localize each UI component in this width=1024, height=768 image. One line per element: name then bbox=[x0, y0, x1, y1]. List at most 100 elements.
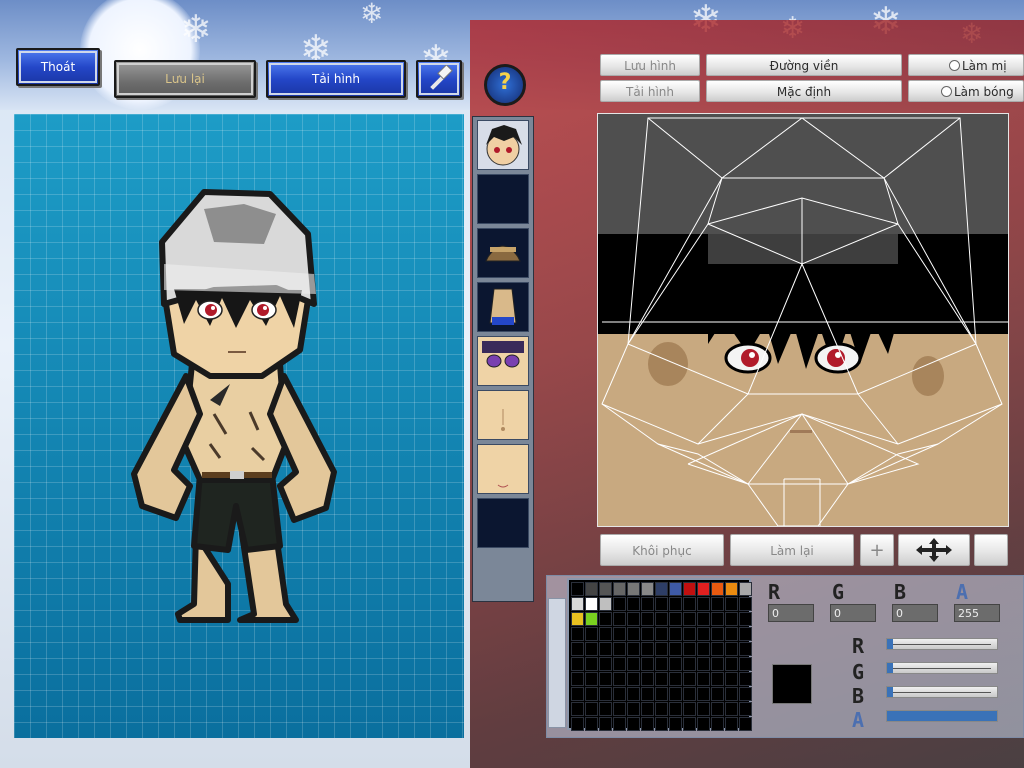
palette-swatch[interactable] bbox=[585, 582, 598, 596]
palette-swatch[interactable] bbox=[683, 642, 696, 656]
palette-swatch[interactable] bbox=[627, 702, 640, 716]
palette-swatch[interactable] bbox=[655, 627, 668, 641]
palette-swatch[interactable] bbox=[669, 702, 682, 716]
color-palette-grid[interactable] bbox=[567, 578, 752, 731]
palette-swatch[interactable] bbox=[669, 642, 682, 656]
palette-swatch[interactable] bbox=[711, 582, 724, 596]
r-slider[interactable] bbox=[886, 638, 998, 650]
palette-swatch[interactable] bbox=[613, 702, 626, 716]
palette-swatch[interactable] bbox=[641, 612, 654, 626]
help-button[interactable]: ? bbox=[484, 64, 526, 106]
palette-swatch[interactable] bbox=[613, 642, 626, 656]
palette-swatch[interactable] bbox=[613, 657, 626, 671]
palette-swatch[interactable] bbox=[599, 672, 612, 686]
part-slot-hat[interactable] bbox=[477, 228, 529, 278]
palette-swatch[interactable] bbox=[683, 687, 696, 701]
palette-swatch[interactable] bbox=[613, 672, 626, 686]
shade-radio[interactable] bbox=[941, 86, 952, 97]
palette-swatch[interactable] bbox=[739, 597, 752, 611]
palette-swatch[interactable] bbox=[697, 687, 710, 701]
palette-swatch[interactable] bbox=[599, 597, 612, 611]
palette-swatch[interactable] bbox=[683, 702, 696, 716]
palette-swatch[interactable] bbox=[641, 717, 654, 731]
texture-editor-canvas[interactable] bbox=[597, 113, 1009, 527]
palette-swatch[interactable] bbox=[627, 597, 640, 611]
palette-swatch[interactable] bbox=[725, 717, 738, 731]
palette-swatch[interactable] bbox=[739, 612, 752, 626]
palette-swatch[interactable] bbox=[585, 687, 598, 701]
palette-swatch[interactable] bbox=[725, 627, 738, 641]
part-slot-torso[interactable] bbox=[477, 390, 529, 440]
g-slider[interactable] bbox=[886, 662, 998, 674]
palette-swatch[interactable] bbox=[725, 702, 738, 716]
shade-option[interactable]: Làm bóng bbox=[908, 80, 1024, 102]
blur-radio[interactable] bbox=[949, 60, 960, 71]
palette-swatch[interactable] bbox=[655, 597, 668, 611]
palette-swatch[interactable] bbox=[641, 642, 654, 656]
palette-swatch[interactable] bbox=[739, 657, 752, 671]
palette-swatch[interactable] bbox=[725, 612, 738, 626]
move-button[interactable] bbox=[898, 534, 970, 566]
palette-swatch[interactable] bbox=[641, 597, 654, 611]
palette-swatch[interactable] bbox=[655, 642, 668, 656]
palette-swatch[interactable] bbox=[571, 687, 584, 701]
g-value-field[interactable]: 0 bbox=[830, 604, 876, 622]
palette-swatch[interactable] bbox=[655, 702, 668, 716]
palette-swatch[interactable] bbox=[683, 582, 696, 596]
palette-swatch[interactable] bbox=[711, 702, 724, 716]
color-panel-side-tabs[interactable] bbox=[548, 598, 566, 728]
load-image-button[interactable]: Tải hình bbox=[600, 80, 700, 102]
palette-swatch[interactable] bbox=[655, 657, 668, 671]
palette-swatch[interactable] bbox=[683, 597, 696, 611]
palette-swatch[interactable] bbox=[627, 627, 640, 641]
hammer-button[interactable] bbox=[416, 60, 462, 98]
palette-swatch[interactable] bbox=[739, 672, 752, 686]
palette-swatch[interactable] bbox=[571, 582, 584, 596]
palette-swatch[interactable] bbox=[641, 582, 654, 596]
palette-swatch[interactable] bbox=[655, 612, 668, 626]
b-slider[interactable] bbox=[886, 686, 998, 698]
palette-swatch[interactable] bbox=[641, 702, 654, 716]
palette-swatch[interactable] bbox=[711, 657, 724, 671]
palette-swatch[interactable] bbox=[739, 582, 752, 596]
palette-swatch[interactable] bbox=[669, 597, 682, 611]
palette-swatch[interactable] bbox=[697, 627, 710, 641]
palette-swatch[interactable] bbox=[725, 642, 738, 656]
palette-swatch[interactable] bbox=[627, 672, 640, 686]
palette-swatch[interactable] bbox=[697, 642, 710, 656]
part-slot-empty[interactable] bbox=[477, 174, 529, 224]
palette-swatch[interactable] bbox=[655, 582, 668, 596]
palette-swatch[interactable] bbox=[641, 687, 654, 701]
palette-swatch[interactable] bbox=[739, 717, 752, 731]
palette-swatch[interactable] bbox=[669, 717, 682, 731]
border-button[interactable]: Đường viền bbox=[706, 54, 902, 76]
palette-swatch[interactable] bbox=[571, 672, 584, 686]
palette-swatch[interactable] bbox=[627, 582, 640, 596]
palette-swatch[interactable] bbox=[613, 597, 626, 611]
palette-swatch[interactable] bbox=[711, 687, 724, 701]
palette-swatch[interactable] bbox=[725, 672, 738, 686]
default-button[interactable]: Mặc định bbox=[706, 80, 902, 102]
palette-swatch[interactable] bbox=[627, 657, 640, 671]
palette-swatch[interactable] bbox=[571, 627, 584, 641]
palette-swatch[interactable] bbox=[571, 702, 584, 716]
palette-swatch[interactable] bbox=[641, 657, 654, 671]
palette-swatch[interactable] bbox=[683, 627, 696, 641]
save-image-button[interactable]: Lưu hình bbox=[600, 54, 700, 76]
palette-swatch[interactable] bbox=[655, 672, 668, 686]
palette-swatch[interactable] bbox=[627, 612, 640, 626]
palette-swatch[interactable] bbox=[613, 627, 626, 641]
palette-swatch[interactable] bbox=[585, 627, 598, 641]
palette-swatch[interactable] bbox=[697, 582, 710, 596]
exit-button[interactable]: Thoát bbox=[16, 48, 100, 86]
palette-swatch[interactable] bbox=[683, 672, 696, 686]
palette-swatch[interactable] bbox=[585, 642, 598, 656]
redo-button[interactable]: Làm lại bbox=[730, 534, 854, 566]
a-value-field[interactable]: 255 bbox=[954, 604, 1000, 622]
palette-swatch[interactable] bbox=[725, 657, 738, 671]
palette-swatch[interactable] bbox=[669, 687, 682, 701]
palette-swatch[interactable] bbox=[627, 642, 640, 656]
palette-swatch[interactable] bbox=[613, 612, 626, 626]
palette-swatch[interactable] bbox=[613, 717, 626, 731]
palette-swatch[interactable] bbox=[739, 642, 752, 656]
